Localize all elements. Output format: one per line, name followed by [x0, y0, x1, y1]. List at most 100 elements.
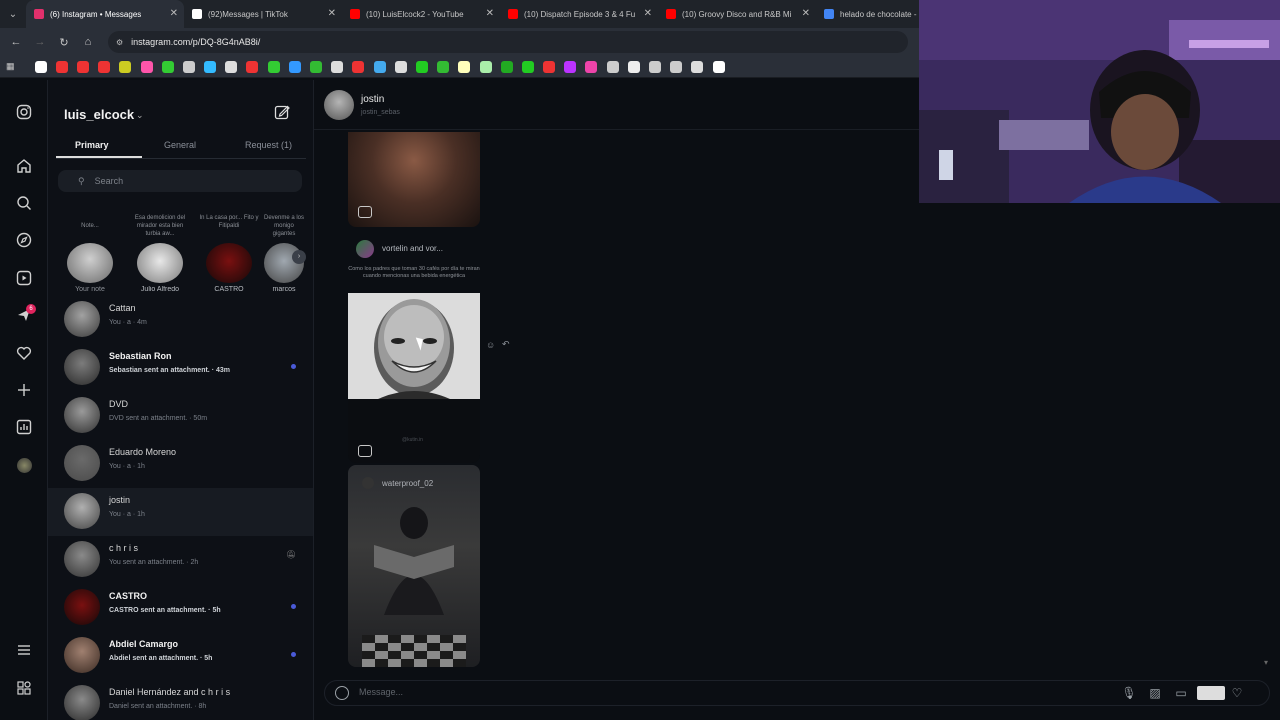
sticker-icon[interactable]: ▭	[1173, 686, 1189, 700]
chat-contact-name[interactable]: jostin	[361, 94, 384, 105]
image-upload-icon[interactable]: ▨	[1147, 686, 1163, 700]
menu-icon[interactable]	[14, 640, 34, 660]
unread-dot	[291, 604, 296, 609]
browser-tab[interactable]: (10) LuisElcock2 - YouTube ✕	[342, 0, 500, 28]
reply-icon[interactable]: ↶	[502, 339, 510, 350]
react-emoji-icon[interactable]: ☺	[486, 340, 495, 350]
reload-icon[interactable]: ↻	[52, 30, 76, 54]
conversation-row[interactable]: DVD DVD sent an attachment. · 50m	[48, 392, 313, 440]
bookmark-icon[interactable]	[394, 60, 407, 73]
close-tab-icon[interactable]: ✕	[170, 8, 178, 19]
conversation-row[interactable]: Daniel Hernández and c h r i s Daniel sen…	[48, 680, 313, 720]
bookmark-icon[interactable]	[373, 60, 386, 73]
shared-reel-thumbnail[interactable]	[348, 132, 480, 227]
microphone-icon[interactable]: 🎙︎	[1121, 686, 1137, 700]
shared-reel-thumbnail[interactable]: waterproof_02	[348, 465, 480, 667]
notifications-heart-icon[interactable]	[14, 343, 34, 363]
bookmark-icon[interactable]	[458, 60, 471, 73]
reels-icon[interactable]	[14, 268, 34, 288]
bookmark-icon[interactable]	[712, 60, 725, 73]
bookmark-icon[interactable]	[500, 60, 513, 73]
chevron-right-icon[interactable]: ›	[292, 250, 306, 264]
note-item[interactable]: Esa demolicion del mirador esta bien tur…	[130, 214, 190, 293]
bookmark-icon[interactable]	[649, 60, 662, 73]
close-tab-icon[interactable]: ✕	[802, 8, 810, 19]
conversation-row[interactable]: Cattan You · a · 4m	[48, 296, 313, 344]
also-from-meta-icon[interactable]	[14, 678, 34, 698]
bookmark-icon[interactable]	[521, 60, 534, 73]
bookmark-icon[interactable]	[670, 60, 683, 73]
bookmark-icon[interactable]	[564, 60, 577, 73]
close-tab-icon[interactable]: ✕	[328, 8, 336, 19]
bookmark-icon[interactable]	[98, 60, 111, 73]
conversation-row[interactable]: c h r i s You sent an attachment. · 2h 🔕︎	[48, 536, 313, 584]
note-item[interactable]: Note... Your note	[60, 214, 120, 293]
tab-search-chevron-icon[interactable]: ⌄	[0, 0, 26, 28]
shared-post-author[interactable]: vortelin and vor...	[382, 244, 443, 253]
browser-tab[interactable]: (92)Messages | TikTok ✕	[184, 0, 342, 28]
account-switcher[interactable]: luis_elcock	[64, 107, 134, 122]
page-scrollbar[interactable]	[1259, 206, 1269, 666]
browser-tab[interactable]: (6) Instagram • Messages ✕	[26, 0, 184, 28]
site-info-icon[interactable]: ⚙	[116, 38, 123, 47]
note-item[interactable]: In La casa por... Fito y Fitipaldi CASTR…	[199, 214, 259, 293]
apps-grid-icon[interactable]: ▦	[6, 61, 20, 72]
avatar[interactable]	[324, 90, 354, 120]
address-bar[interactable]: ⚙ instagram.com/p/DQ-8G4nAB8i/	[108, 31, 908, 53]
chevron-down-icon[interactable]: ⌄	[136, 110, 144, 121]
search-icon[interactable]	[14, 193, 34, 213]
bookmark-icon[interactable]	[606, 60, 619, 73]
bookmark-icon[interactable]	[119, 60, 132, 73]
bookmark-icon[interactable]	[415, 60, 428, 73]
bookmark-icon[interactable]	[543, 60, 556, 73]
conversation-row[interactable]: Abdiel Camargo Abdiel sent an attachment.…	[48, 632, 313, 680]
conversation-row[interactable]: jostin You · a · 1h	[48, 488, 313, 536]
bookmark-icon[interactable]	[627, 60, 640, 73]
explore-icon[interactable]	[14, 230, 34, 250]
bookmark-icon[interactable]	[55, 60, 68, 73]
bookmark-icon[interactable]	[331, 60, 344, 73]
back-icon[interactable]: ←	[4, 30, 28, 54]
bookmark-icon[interactable]	[437, 60, 450, 73]
bookmark-icon[interactable]	[225, 60, 238, 73]
conversation-row[interactable]: Eduardo Moreno You · a · 1h	[48, 440, 313, 488]
bookmark-icon[interactable]	[479, 60, 492, 73]
bookmark-icon[interactable]	[691, 60, 704, 73]
new-message-icon[interactable]	[274, 104, 290, 124]
conversation-preview: You · a · 1h	[109, 511, 145, 518]
bookmark-icon[interactable]	[267, 60, 280, 73]
bookmark-icon[interactable]	[140, 60, 153, 73]
browser-tab[interactable]: (10) Groovy Disco and R&B Mi ✕	[658, 0, 816, 28]
instagram-logo-icon[interactable]	[14, 102, 34, 122]
like-heart-icon[interactable]: ♡	[1229, 686, 1245, 700]
conversation-row[interactable]: Sebastian Ron Sebastian sent an attachmen…	[48, 344, 313, 392]
message-input[interactable]: Message...	[359, 687, 403, 697]
bookmark-icon[interactable]	[246, 60, 259, 73]
shared-post-image[interactable]	[348, 293, 480, 399]
emoji-icon[interactable]	[335, 686, 349, 700]
bookmark-icon[interactable]	[288, 60, 301, 73]
tab-requests[interactable]: Request (1)	[245, 140, 292, 150]
bookmark-icon[interactable]	[182, 60, 195, 73]
forward-icon[interactable]: →	[28, 30, 52, 54]
bookmark-icon[interactable]	[204, 60, 217, 73]
bookmark-icon[interactable]	[161, 60, 174, 73]
close-tab-icon[interactable]: ✕	[486, 8, 494, 19]
shared-post-header[interactable]: vortelin and vor... Como los padres que …	[348, 236, 480, 296]
bookmark-icon[interactable]	[310, 60, 323, 73]
conversation-row[interactable]: CASTRO CASTRO sent an attachment. · 5h	[48, 584, 313, 632]
bookmark-icon[interactable]	[352, 60, 365, 73]
bookmark-icon[interactable]	[585, 60, 598, 73]
profile-avatar-icon[interactable]	[14, 455, 34, 475]
browser-tab[interactable]: (10) Dispatch Episode 3 & 4 Fu ✕	[500, 0, 658, 28]
home-icon[interactable]	[14, 156, 34, 176]
bookmark-icon[interactable]	[34, 60, 47, 73]
dashboard-icon[interactable]	[14, 417, 34, 437]
search-input[interactable]: ⚲ Search	[58, 170, 302, 192]
tab-primary[interactable]: Primary	[75, 140, 109, 150]
create-icon[interactable]	[14, 380, 34, 400]
close-tab-icon[interactable]: ✕	[644, 8, 652, 19]
home-icon[interactable]: ⌂	[76, 30, 100, 54]
bookmark-icon[interactable]	[76, 60, 89, 73]
tab-general[interactable]: General	[164, 140, 196, 150]
